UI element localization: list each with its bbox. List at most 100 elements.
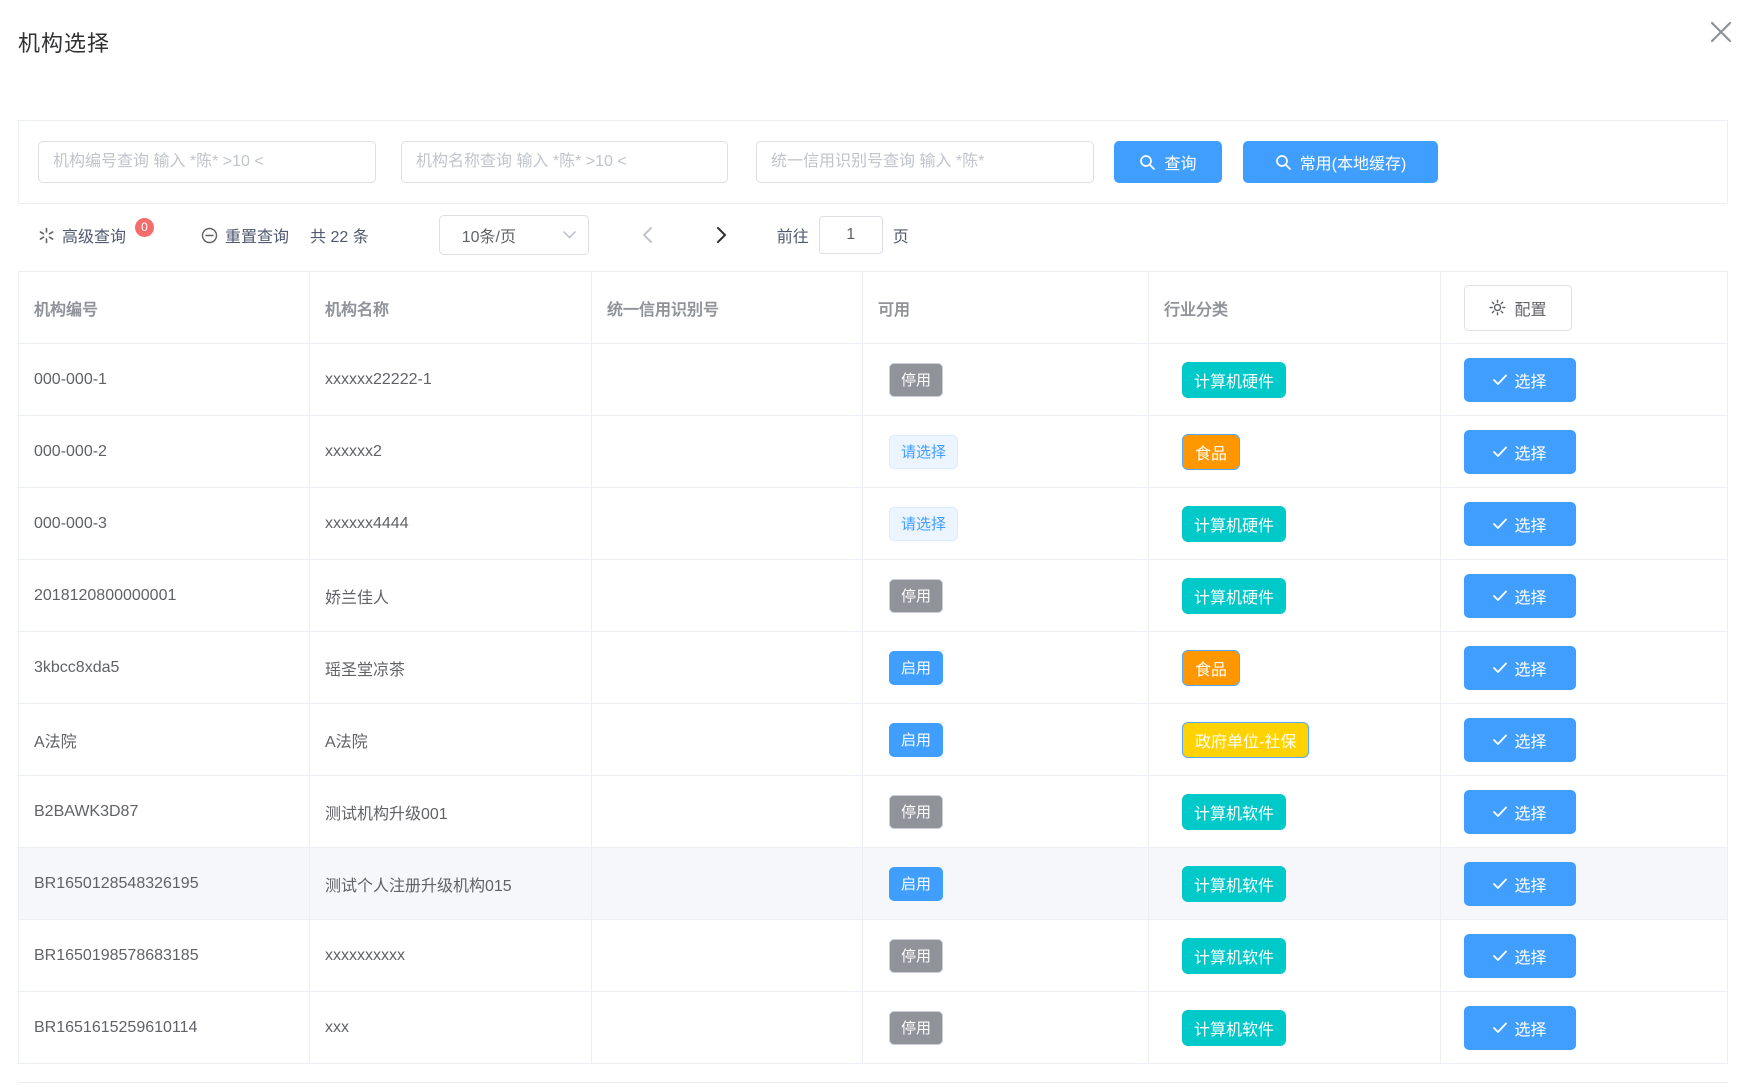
table-row: 000-000-3 xxxxxx4444 请选择 计算机硬件 选择 — [19, 488, 1727, 560]
select-button[interactable]: 选择 — [1464, 646, 1576, 690]
status-tag[interactable]: 停用 — [889, 363, 943, 397]
cell-credit-code — [592, 416, 863, 487]
check-icon — [1493, 950, 1507, 962]
select-button[interactable]: 选择 — [1464, 358, 1576, 402]
select-button-label: 选择 — [1514, 872, 1546, 896]
advanced-query-button[interactable]: 高级查询 0 — [38, 223, 154, 247]
select-button[interactable]: 选择 — [1464, 502, 1576, 546]
prev-page-button[interactable] — [633, 220, 663, 250]
column-header-org-code: 机构编号 — [19, 272, 310, 343]
select-button-label: 选择 — [1514, 728, 1546, 752]
column-header-available: 可用 — [863, 272, 1149, 343]
select-button[interactable]: 选择 — [1464, 1006, 1576, 1050]
cell-org-name: A法院 — [310, 704, 592, 775]
status-tag[interactable]: 启用 — [889, 651, 943, 685]
advanced-query-label: 高级查询 — [62, 223, 126, 247]
status-tag[interactable]: 停用 — [889, 795, 943, 829]
status-tag[interactable]: 停用 — [889, 939, 943, 973]
select-button-label: 选择 — [1514, 512, 1546, 536]
query-button-label: 查询 — [1164, 150, 1196, 174]
select-button[interactable]: 选择 — [1464, 862, 1576, 906]
table-header-row: 机构编号 机构名称 统一信用识别号 可用 行业分类 — [19, 272, 1727, 344]
cell-org-name: 娇兰佳人 — [310, 560, 592, 631]
status-tag[interactable]: 启用 — [889, 723, 943, 757]
select-button[interactable]: 选择 — [1464, 790, 1576, 834]
organization-select-dialog: 机构选择 查询 — [0, 0, 1757, 1089]
cell-credit-code — [592, 488, 863, 559]
goto-unit: 页 — [893, 223, 909, 247]
cell-credit-code — [592, 920, 863, 991]
page-size-value: 10条/页 — [462, 223, 516, 247]
page-title: 机构选择 — [18, 0, 1728, 58]
status-tag[interactable]: 请选择 — [889, 507, 958, 541]
status-tag[interactable]: 启用 — [889, 867, 943, 901]
industry-tag: 计算机软件 — [1182, 1010, 1286, 1046]
status-tag[interactable]: 停用 — [889, 1011, 943, 1045]
select-button[interactable]: 选择 — [1464, 718, 1576, 762]
next-page-button[interactable] — [707, 220, 737, 250]
cell-org-name: xxxxxx2 — [310, 416, 592, 487]
footer-divider — [18, 1082, 1728, 1083]
check-icon — [1493, 374, 1507, 386]
industry-tag: 计算机软件 — [1182, 938, 1286, 974]
select-button-label: 选择 — [1514, 440, 1546, 464]
query-button[interactable]: 查询 — [1114, 141, 1222, 183]
credit-code-input[interactable] — [756, 141, 1094, 183]
advanced-query-badge: 0 — [135, 218, 154, 237]
cell-org-code: BR1650128548326195 — [19, 848, 310, 919]
check-icon — [1493, 734, 1507, 746]
cell-org-name: xxxxxx22222-1 — [310, 344, 592, 415]
cell-credit-code — [592, 560, 863, 631]
industry-tag: 政府单位-社保 — [1182, 722, 1309, 758]
search-panel: 查询 常用(本地缓存) — [18, 120, 1728, 204]
cell-org-code: 000-000-1 — [19, 344, 310, 415]
check-icon — [1493, 806, 1507, 818]
cell-credit-code — [592, 704, 863, 775]
cell-org-code: 000-000-2 — [19, 416, 310, 487]
cell-org-code: 2018120800000001 — [19, 560, 310, 631]
table-row: A法院 A法院 启用 政府单位-社保 选择 — [19, 704, 1727, 776]
table-row: BR1651615259610114 xxx 停用 计算机软件 选择 — [19, 992, 1727, 1064]
check-icon — [1493, 1022, 1507, 1034]
search-icon — [1139, 154, 1156, 171]
select-button-label: 选择 — [1514, 944, 1546, 968]
column-header-org-name: 机构名称 — [310, 272, 592, 343]
close-icon — [1706, 17, 1736, 47]
cell-org-name: xxx — [310, 992, 592, 1063]
search-icon — [1275, 154, 1292, 171]
favorites-button[interactable]: 常用(本地缓存) — [1243, 141, 1438, 183]
table-row: BR1650128548326195 测试个人注册升级机构015 启用 计算机软… — [19, 848, 1727, 920]
select-button[interactable]: 选择 — [1464, 430, 1576, 474]
select-button-label: 选择 — [1514, 1016, 1546, 1040]
cell-org-code: A法院 — [19, 704, 310, 775]
column-header-credit-code: 统一信用识别号 — [592, 272, 863, 343]
select-button[interactable]: 选择 — [1464, 934, 1576, 978]
table-row: 2018120800000001 娇兰佳人 停用 计算机硬件 选择 — [19, 560, 1727, 632]
goto-page-input[interactable] — [819, 216, 883, 254]
table-row: 3kbcc8xda5 瑶圣堂凉茶 启用 食品 选择 — [19, 632, 1727, 704]
industry-tag: 食品 — [1182, 650, 1240, 686]
cell-credit-code — [592, 848, 863, 919]
select-button-label: 选择 — [1514, 584, 1546, 608]
org-name-input[interactable] — [401, 141, 728, 183]
industry-tag: 食品 — [1182, 434, 1240, 470]
industry-tag: 计算机硬件 — [1182, 578, 1286, 614]
select-button-label: 选择 — [1514, 800, 1546, 824]
check-icon — [1493, 878, 1507, 890]
config-button-label: 配置 — [1514, 296, 1546, 320]
config-button[interactable]: 配置 — [1464, 285, 1572, 331]
goto-label: 前往 — [777, 223, 809, 247]
status-tag[interactable]: 请选择 — [889, 435, 958, 469]
advanced-query-icon — [38, 227, 55, 244]
chevron-down-icon — [563, 231, 576, 239]
close-button[interactable] — [1703, 14, 1739, 50]
cell-org-code: 3kbcc8xda5 — [19, 632, 310, 703]
industry-tag: 计算机软件 — [1182, 866, 1286, 902]
reset-query-button[interactable]: 重置查询 — [201, 223, 289, 247]
page-size-select[interactable]: 10条/页 — [439, 215, 589, 255]
select-button[interactable]: 选择 — [1464, 574, 1576, 618]
org-code-input[interactable] — [38, 141, 376, 183]
status-tag[interactable]: 停用 — [889, 579, 943, 613]
cell-org-code: BR1650198578683185 — [19, 920, 310, 991]
check-icon — [1493, 662, 1507, 674]
